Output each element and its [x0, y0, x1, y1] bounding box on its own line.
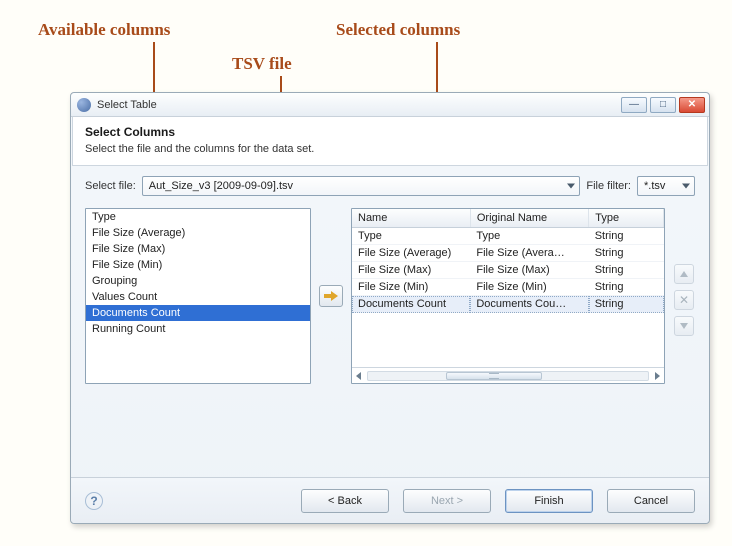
- table-row[interactable]: File Size (Max)File Size (Max)String: [352, 262, 664, 279]
- reorder-buttons: ✕: [673, 208, 695, 384]
- wizard-footer: ? < Back Next > Finish Cancel: [71, 477, 709, 523]
- file-row: Select file: Aut_Size_v3 [2009-09-09].ts…: [85, 176, 695, 196]
- wizard-heading: Select Columns: [85, 125, 695, 139]
- next-button[interactable]: Next >: [403, 489, 491, 513]
- select-file-value: Aut_Size_v3 [2009-09-09].tsv: [149, 180, 293, 192]
- table-cell: String: [589, 245, 664, 262]
- callout-tsv: TSV file: [232, 54, 292, 74]
- available-item[interactable]: Values Count: [86, 289, 310, 305]
- table-cell: Type: [352, 228, 470, 245]
- window-title: Select Table: [97, 99, 618, 111]
- form-body: Select file: Aut_Size_v3 [2009-09-09].ts…: [71, 166, 709, 388]
- file-filter-value: *.tsv: [644, 180, 665, 192]
- remove-button[interactable]: ✕: [674, 290, 694, 310]
- close-button[interactable]: ✕: [679, 97, 705, 113]
- add-column-button[interactable]: [319, 285, 343, 307]
- table-row[interactable]: File Size (Average)File Size (Avera…Stri…: [352, 245, 664, 262]
- table-cell: String: [589, 296, 664, 313]
- titlebar: Select Table — □ ✕: [71, 93, 709, 117]
- callout-selected: Selected columns: [336, 20, 460, 40]
- scroll-thumb[interactable]: [446, 372, 541, 380]
- app-icon: [77, 98, 91, 112]
- available-item[interactable]: Documents Count: [86, 305, 310, 321]
- select-table-dialog: Select Table — □ ✕ Select Columns Select…: [70, 92, 710, 524]
- x-icon: ✕: [679, 294, 689, 306]
- table-cell: File Size (Min): [352, 279, 470, 296]
- triangle-up-icon: [680, 271, 688, 277]
- table-cell: File Size (Average): [352, 245, 470, 262]
- selected-columns-pane: Name Original Name Type TypeTypeStringFi…: [351, 208, 665, 384]
- maximize-button[interactable]: □: [650, 97, 676, 113]
- arrow-right-icon: [324, 291, 338, 301]
- available-columns-list[interactable]: TypeFile Size (Average)File Size (Max)Fi…: [85, 208, 311, 384]
- select-file-combo[interactable]: Aut_Size_v3 [2009-09-09].tsv: [142, 176, 581, 196]
- move-down-button[interactable]: [674, 316, 694, 336]
- table-cell: String: [589, 228, 664, 245]
- table-cell: File Size (Max): [470, 262, 588, 279]
- available-item[interactable]: File Size (Max): [86, 241, 310, 257]
- table-cell: File Size (Avera…: [470, 245, 588, 262]
- available-item[interactable]: Running Count: [86, 321, 310, 337]
- scroll-right-icon: [655, 372, 660, 380]
- table-row[interactable]: TypeTypeString: [352, 228, 664, 245]
- table-cell: Type: [470, 228, 588, 245]
- col-header-original[interactable]: Original Name: [470, 209, 588, 228]
- minimize-button[interactable]: —: [621, 97, 647, 113]
- dual-list: TypeFile Size (Average)File Size (Max)Fi…: [85, 208, 695, 384]
- back-button[interactable]: < Back: [301, 489, 389, 513]
- horizontal-scrollbar[interactable]: [352, 367, 664, 383]
- wizard-header: Select Columns Select the file and the c…: [72, 117, 708, 166]
- chevron-down-icon: [567, 184, 575, 189]
- table-cell: File Size (Max): [352, 262, 470, 279]
- callout-available: Available columns: [38, 20, 170, 40]
- scroll-left-icon: [356, 372, 361, 380]
- available-item[interactable]: Grouping: [86, 273, 310, 289]
- file-filter-label: File filter:: [586, 180, 631, 192]
- transfer-column: [319, 208, 343, 384]
- table-cell: File Size (Min): [470, 279, 588, 296]
- col-header-type[interactable]: Type: [589, 209, 664, 228]
- file-filter-combo[interactable]: *.tsv: [637, 176, 695, 196]
- move-up-button[interactable]: [674, 264, 694, 284]
- scroll-track: [367, 371, 649, 381]
- available-item[interactable]: Type: [86, 209, 310, 225]
- selected-columns-table[interactable]: Name Original Name Type TypeTypeStringFi…: [352, 209, 664, 367]
- available-item[interactable]: File Size (Min): [86, 257, 310, 273]
- available-item[interactable]: File Size (Average): [86, 225, 310, 241]
- finish-button[interactable]: Finish: [505, 489, 593, 513]
- cancel-button[interactable]: Cancel: [607, 489, 695, 513]
- table-cell: String: [589, 279, 664, 296]
- select-file-label: Select file:: [85, 180, 136, 192]
- table-row[interactable]: File Size (Min)File Size (Min)String: [352, 279, 664, 296]
- triangle-down-icon: [680, 323, 688, 329]
- table-row[interactable]: Documents CountDocuments Cou…String: [352, 296, 664, 313]
- table-cell: String: [589, 262, 664, 279]
- help-button[interactable]: ?: [85, 492, 103, 510]
- wizard-description: Select the file and the columns for the …: [85, 143, 695, 155]
- table-cell: Documents Cou…: [470, 296, 588, 313]
- chevron-down-icon: [682, 184, 690, 189]
- table-cell: Documents Count: [352, 296, 470, 313]
- col-header-name[interactable]: Name: [352, 209, 470, 228]
